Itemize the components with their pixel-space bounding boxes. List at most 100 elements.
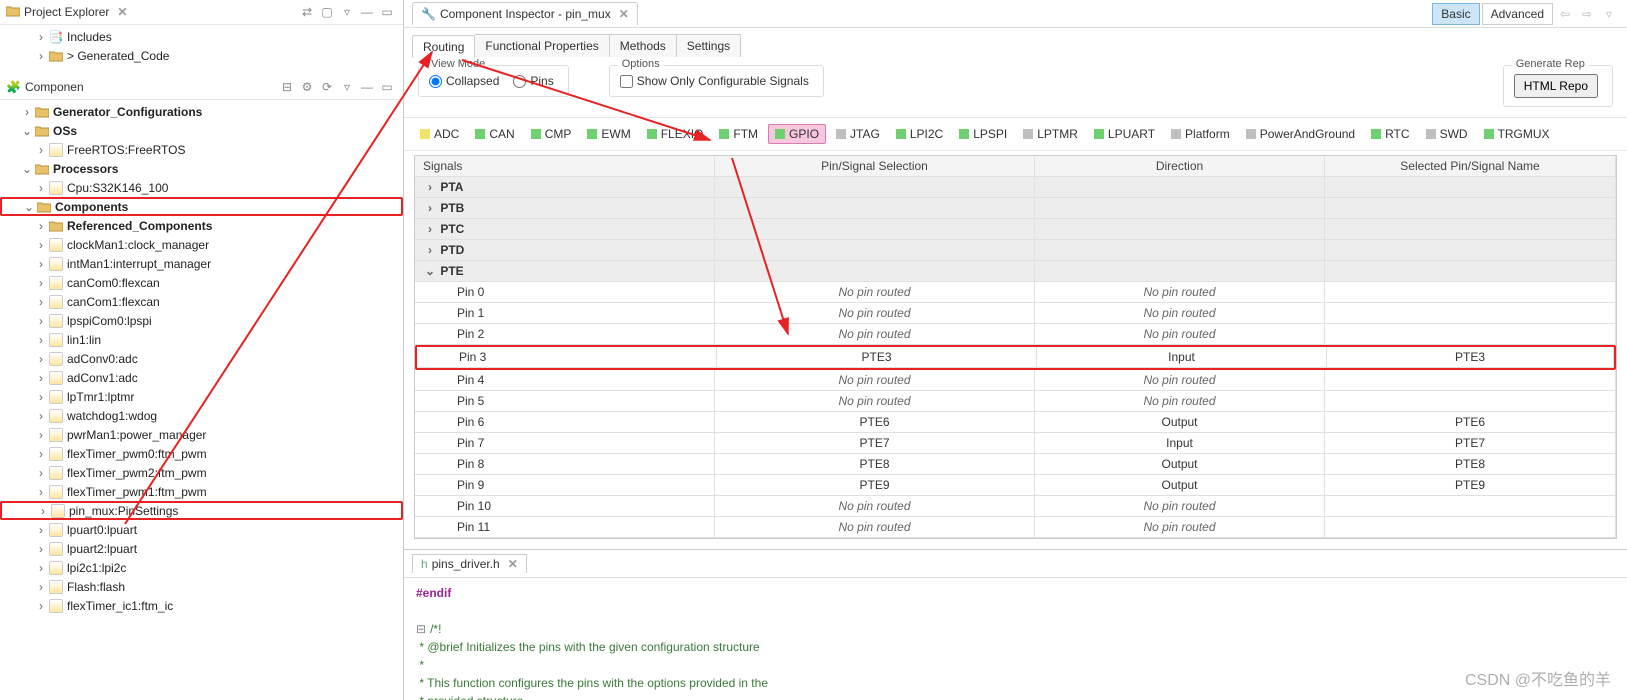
tree-item-flextimer-pwm0-ftm-pwm[interactable]: ›flexTimer_pwm0:ftm_pwm	[0, 444, 403, 463]
col-signals[interactable]: Signals	[415, 156, 715, 177]
subtab-settings[interactable]: Settings	[677, 34, 741, 57]
tree-item-lpi2c1-lpi2c[interactable]: ›lpi2c1:lpi2c	[0, 558, 403, 577]
mode-advanced[interactable]: Advanced	[1482, 3, 1553, 25]
group-ptb[interactable]: › PTB	[415, 198, 1616, 219]
col-direction[interactable]: Direction	[1035, 156, 1325, 177]
refresh-icon[interactable]: ⟳	[319, 79, 335, 95]
chk-show-only-configurable[interactable]: Show Only Configurable Signals	[620, 74, 809, 88]
category-lpi2c[interactable]: LPI2C	[890, 125, 949, 143]
close-icon[interactable]: ✕	[117, 5, 127, 19]
category-lpuart[interactable]: LPUART	[1088, 125, 1161, 143]
table-row[interactable]: Pin 11No pin routedNo pin routed	[415, 517, 1616, 538]
group-ptd[interactable]: › PTD	[415, 240, 1616, 261]
minimize-icon[interactable]: —	[359, 79, 375, 95]
table-row[interactable]: Pin 3PTE3InputPTE3	[415, 345, 1616, 370]
category-gpio[interactable]: GPIO	[768, 124, 826, 144]
table-row[interactable]: Pin 7PTE7InputPTE7	[415, 433, 1616, 454]
link-editor-icon[interactable]: ⇄	[299, 4, 315, 20]
group-pta[interactable]: › PTA	[415, 177, 1616, 198]
tree-item-processors[interactable]: ⌄Processors	[0, 159, 403, 178]
category-can[interactable]: CAN	[469, 125, 520, 143]
close-icon[interactable]: ✕	[619, 7, 629, 21]
category-lptmr[interactable]: LPTMR	[1017, 125, 1084, 143]
project-explorer-tree[interactable]: ›📑 Includes › > Generated_Code	[0, 25, 403, 75]
table-row[interactable]: Pin 6PTE6OutputPTE6	[415, 412, 1616, 433]
category-adc[interactable]: ADC	[414, 125, 465, 143]
tree-item-pin-mux-pinsettings[interactable]: ›pin_mux:PinSettings	[0, 501, 403, 520]
category-rtc[interactable]: RTC	[1365, 125, 1415, 143]
collapse-icon[interactable]: ▢	[319, 4, 335, 20]
table-row[interactable]: Pin 9PTE9OutputPTE9	[415, 475, 1616, 496]
group-ptc[interactable]: › PTC	[415, 219, 1616, 240]
view-menu-icon[interactable]: ▿	[339, 4, 355, 20]
tree-item-adconv0-adc[interactable]: ›adConv0:adc	[0, 349, 403, 368]
tree-item-referenced-components[interactable]: ›Referenced_Components	[0, 216, 403, 235]
tree-item-flextimer-ic1-ftm-ic[interactable]: ›flexTimer_ic1:ftm_ic	[0, 596, 403, 615]
table-row[interactable]: Pin 10No pin routedNo pin routed	[415, 496, 1616, 517]
maximize-icon[interactable]: ▭	[379, 4, 395, 20]
tree-item-components[interactable]: ⌄Components	[0, 197, 403, 216]
forward-icon[interactable]: ⇨	[1577, 7, 1597, 21]
tree-item-includes[interactable]: ›📑 Includes	[0, 27, 403, 46]
mode-basic[interactable]: Basic	[1432, 3, 1479, 25]
inspector-tab[interactable]: 🔧 Component Inspector - pin_mux ✕	[412, 2, 638, 25]
tree-item-lpuart2-lpuart[interactable]: ›lpuart2:lpuart	[0, 539, 403, 558]
code-file-tab[interactable]: h pins_driver.h ✕	[412, 554, 527, 573]
tree-item-cancom0-flexcan[interactable]: ›canCom0:flexcan	[0, 273, 403, 292]
col-name[interactable]: Selected Pin/Signal Name	[1325, 156, 1616, 177]
table-row[interactable]: Pin 1No pin routedNo pin routed	[415, 303, 1616, 324]
category-cmp[interactable]: CMP	[525, 125, 578, 143]
subtab-routing[interactable]: Routing	[412, 35, 475, 58]
tree-item-lpuart0-lpuart[interactable]: ›lpuart0:lpuart	[0, 520, 403, 539]
tree-item-clockman1-clock-manager[interactable]: ›clockMan1:clock_manager	[0, 235, 403, 254]
tree-item-watchdog1-wdog[interactable]: ›watchdog1:wdog	[0, 406, 403, 425]
tree-item-cpu-s32k146-100[interactable]: ›Cpu:S32K146_100	[0, 178, 403, 197]
subtab-functional-properties[interactable]: Functional Properties	[475, 34, 609, 57]
tree-item-cancom1-flexcan[interactable]: ›canCom1:flexcan	[0, 292, 403, 311]
tree-item-lpspicom0-lpspi[interactable]: ›lpspiCom0:lpspi	[0, 311, 403, 330]
category-powerandground[interactable]: PowerAndGround	[1240, 125, 1361, 143]
tree-item-lptmr1-lptmr[interactable]: ›lpTmr1:lptmr	[0, 387, 403, 406]
tree-item-flextimer-pwm2-ftm-pwm[interactable]: ›flexTimer_pwm2:ftm_pwm	[0, 463, 403, 482]
view-menu-icon[interactable]: ▿	[1599, 7, 1619, 21]
minimize-icon[interactable]: —	[359, 4, 375, 20]
maximize-icon[interactable]: ▭	[379, 79, 395, 95]
tree-item-generator-configurations[interactable]: ›Generator_Configurations	[0, 102, 403, 121]
table-row[interactable]: Pin 4No pin routedNo pin routed	[415, 370, 1616, 391]
table-row[interactable]: Pin 2No pin routedNo pin routed	[415, 324, 1616, 345]
category-platform[interactable]: Platform	[1165, 125, 1236, 143]
category-jtag[interactable]: JTAG	[830, 125, 886, 143]
group-pte[interactable]: ⌄ PTE	[415, 261, 1616, 282]
tree-item-adconv1-adc[interactable]: ›adConv1:adc	[0, 368, 403, 387]
radio-pins[interactable]: Pins	[513, 74, 553, 88]
folder-icon	[34, 104, 50, 120]
col-selection[interactable]: Pin/Signal Selection	[715, 156, 1035, 177]
subtab-methods[interactable]: Methods	[610, 34, 677, 57]
components-tree[interactable]: ›Generator_Configurations⌄OSs›FreeRTOS:F…	[0, 100, 403, 625]
table-row[interactable]: Pin 0No pin routedNo pin routed	[415, 282, 1616, 303]
tree-item-freertos-freertos[interactable]: ›FreeRTOS:FreeRTOS	[0, 140, 403, 159]
tree-item-oss[interactable]: ⌄OSs	[0, 121, 403, 140]
filter-icon[interactable]: ⚙	[299, 79, 315, 95]
tree-item-flash-flash[interactable]: ›Flash:flash	[0, 577, 403, 596]
radio-collapsed[interactable]: Collapsed	[429, 74, 499, 88]
tree-item-intman1-interrupt-manager[interactable]: ›intMan1:interrupt_manager	[0, 254, 403, 273]
html-report-button[interactable]: HTML Repo	[1514, 74, 1598, 98]
category-lpspi[interactable]: LPSPI	[953, 125, 1013, 143]
collapse-all-icon[interactable]: ⊟	[279, 79, 295, 95]
tree-item-generated-code[interactable]: › > Generated_Code	[0, 46, 403, 65]
view-menu-icon[interactable]: ▿	[339, 79, 355, 95]
code-view[interactable]: #endif ⊟/*! * @brief Initializes the pin…	[404, 578, 1627, 700]
table-row[interactable]: Pin 8PTE8OutputPTE8	[415, 454, 1616, 475]
category-trgmux[interactable]: TRGMUX	[1478, 125, 1556, 143]
category-flexio[interactable]: FLEXIO	[641, 125, 710, 143]
table-row[interactable]: Pin 5No pin routedNo pin routed	[415, 391, 1616, 412]
back-icon[interactable]: ⇦	[1555, 7, 1575, 21]
category-swd[interactable]: SWD	[1420, 125, 1474, 143]
tree-item-lin1-lin[interactable]: ›lin1:lin	[0, 330, 403, 349]
tree-item-pwrman1-power-manager[interactable]: ›pwrMan1:power_manager	[0, 425, 403, 444]
close-icon[interactable]: ✕	[508, 557, 518, 571]
tree-item-flextimer-pwm1-ftm-pwm[interactable]: ›flexTimer_pwm1:ftm_pwm	[0, 482, 403, 501]
category-ftm[interactable]: FTM	[713, 125, 764, 143]
category-ewm[interactable]: EWM	[581, 125, 636, 143]
